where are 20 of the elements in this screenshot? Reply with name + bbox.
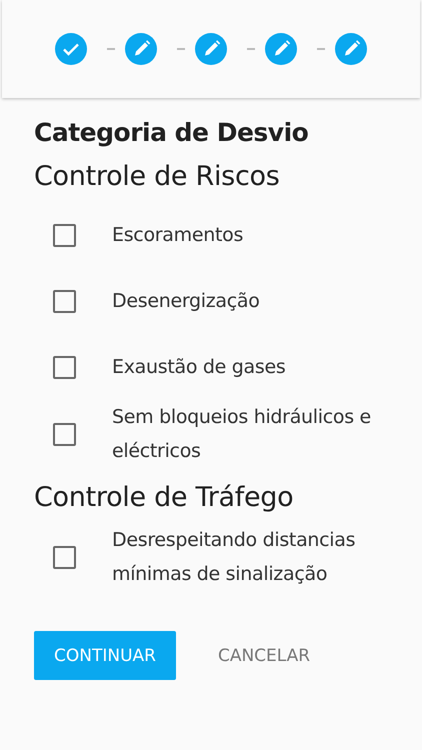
check-icon[interactable]	[55, 33, 87, 65]
option-label: Desenergização	[112, 289, 261, 314]
cancel-button[interactable]: CANCELAR	[198, 631, 330, 680]
pencil-icon[interactable]	[265, 33, 297, 65]
checkbox[interactable]	[53, 224, 76, 246]
pencil-icon[interactable]	[195, 33, 227, 65]
form-title: Categoria de Desvio	[34, 118, 310, 147]
checkbox[interactable]	[53, 290, 76, 312]
section-heading: Controle de Tráfego	[34, 482, 294, 513]
pencil-icon[interactable]	[125, 33, 157, 65]
option-label: Sem bloqueios hidráulicos e eléctricos	[112, 405, 372, 464]
continue-button[interactable]: CONTINUAR	[34, 631, 176, 680]
option-label: Desrespeitando distancias mínimas de sinalização	[112, 528, 356, 587]
section-heading: Controle de Riscos	[34, 161, 280, 192]
option-label: Exaustão de gases	[112, 355, 286, 380]
pencil-icon[interactable]	[335, 33, 367, 65]
option-label: Escoramentos	[112, 223, 244, 248]
checkbox[interactable]	[53, 422, 76, 446]
checkbox[interactable]	[53, 356, 76, 378]
checkbox[interactable]	[53, 546, 76, 568]
